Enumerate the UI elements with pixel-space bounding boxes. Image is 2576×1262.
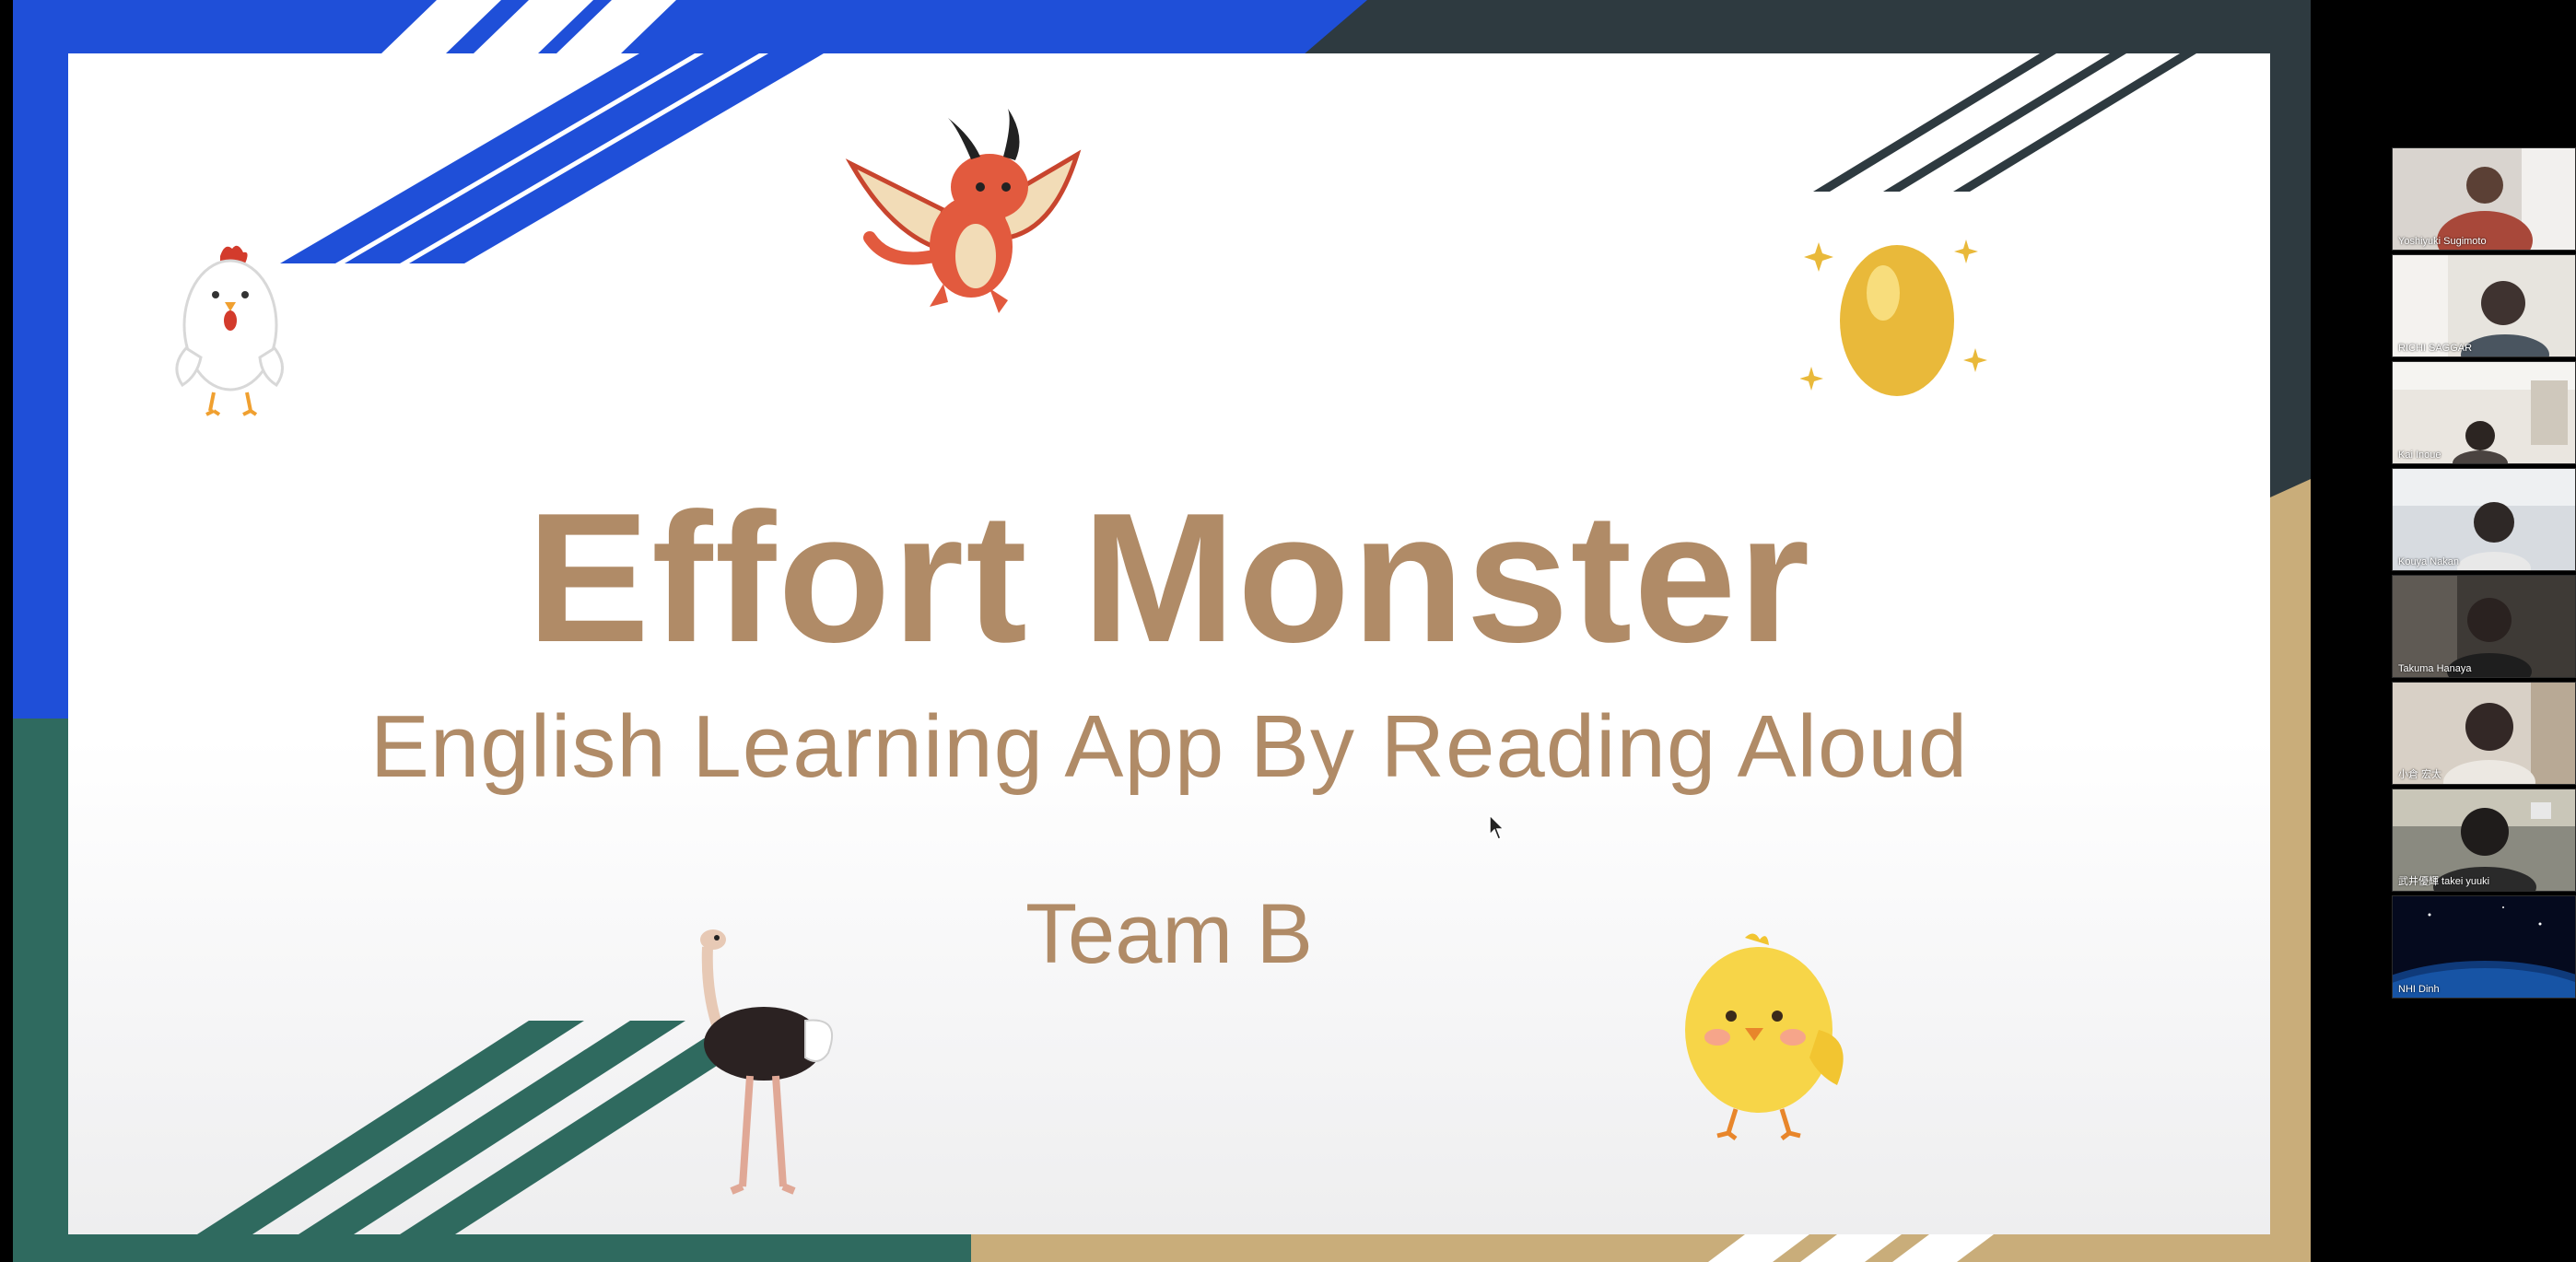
dark-stripe <box>1953 53 2196 192</box>
participant-tile[interactable]: Kouya Nakan <box>2392 468 2576 571</box>
participant-tile[interactable]: 武井優輝 takei yuuki <box>2392 789 2576 892</box>
participant-name: Kai Inoue <box>2398 450 2441 461</box>
blue-stripe <box>345 53 759 263</box>
dark-stripe <box>1883 53 2126 192</box>
zoom-meeting-window: Effort Monster English Learning App By R… <box>0 0 2576 1262</box>
slide-content: Effort Monster English Learning App By R… <box>68 53 2270 1234</box>
chicken-icon <box>175 245 284 416</box>
mouse-cursor-icon <box>1489 814 1505 840</box>
participant-name: RICHI SAGGAR <box>2398 343 2473 354</box>
slide-title: Effort Monster <box>526 475 1812 681</box>
participant-tile[interactable]: Yoshiyuki Sugimoto <box>2392 147 2576 251</box>
participant-name: Takuma Hanaya <box>2398 663 2472 674</box>
shared-screen: Effort Monster English Learning App By R… <box>0 0 2386 1262</box>
participant-name: 小倉 宏太 <box>2398 769 2442 780</box>
egg-icon <box>1800 240 1987 396</box>
participant-tile[interactable]: RICHI SAGGAR <box>2392 254 2576 357</box>
participant-tile[interactable]: NHI Dinh <box>2392 895 2576 999</box>
dark-stripe <box>1813 53 2056 192</box>
participant-name: 武井優輝 takei yuuki <box>2398 876 2490 887</box>
participant-name: Kouya Nakan <box>2398 556 2460 567</box>
participant-tile[interactable]: 小倉 宏太 <box>2392 682 2576 785</box>
participant-tile[interactable]: Takuma Hanaya <box>2392 575 2576 678</box>
presentation-slide: Effort Monster English Learning App By R… <box>13 0 2311 1262</box>
participant-name: NHI Dinh <box>2398 984 2440 995</box>
participant-name: Yoshiyuki Sugimoto <box>2398 236 2487 247</box>
dragon-icon <box>845 109 1082 313</box>
participant-tile[interactable]: Kai Inoue <box>2392 361 2576 464</box>
team-label: Team B <box>1025 887 1313 981</box>
slide-subtitle: English Learning App By Reading Aloud <box>369 697 1969 796</box>
participant-gallery: Yoshiyuki Sugimoto RICHI SAGGAR Kai Inou… <box>2392 147 2576 1009</box>
